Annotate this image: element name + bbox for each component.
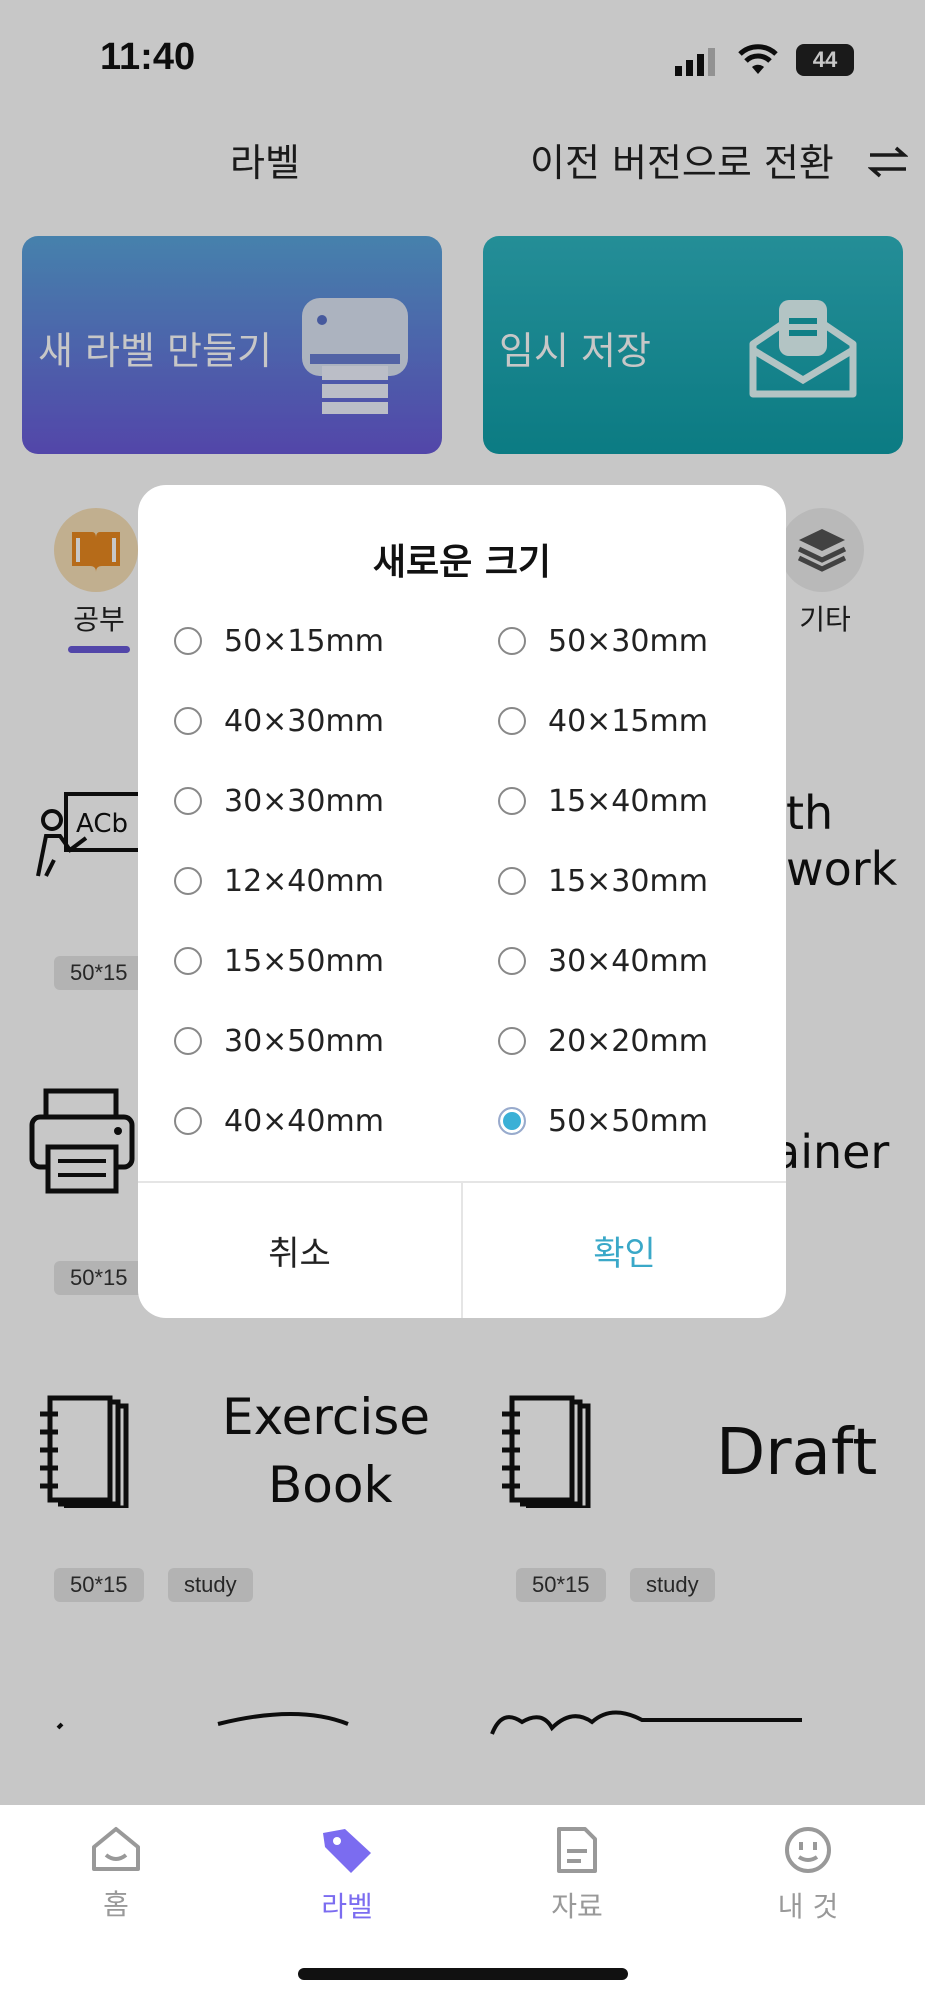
size-dialog: 새로운 크기 50×15mm 50×30mm 40×30mm 40×15mm 3… (138, 485, 786, 1318)
radio-button[interactable] (174, 707, 202, 735)
radio-button[interactable] (174, 1027, 202, 1055)
radio-button[interactable] (498, 627, 526, 655)
confirm-button[interactable]: 확인 (463, 1183, 786, 1318)
size-option[interactable]: 20×20mm (498, 1021, 708, 1061)
size-option[interactable]: 40×40mm (174, 1101, 384, 1141)
nav-label-label: 라벨 (321, 1890, 373, 1923)
dialog-title: 새로운 크기 (372, 542, 552, 583)
cancel-button[interactable]: 취소 (138, 1183, 461, 1318)
size-option[interactable]: 50×15mm (174, 621, 384, 661)
radio-button[interactable] (174, 867, 202, 895)
size-option[interactable]: 50×30mm (498, 621, 708, 661)
radio-button[interactable] (174, 627, 202, 655)
size-option[interactable]: 15×30mm (498, 861, 708, 901)
radio-button[interactable] (498, 787, 526, 815)
size-option[interactable]: 40×30mm (174, 701, 384, 741)
nav-home-label: 홈 (103, 1888, 129, 1921)
nav-mine[interactable]: 내 것 (738, 1825, 878, 1925)
radio-button[interactable] (174, 787, 202, 815)
size-option[interactable]: 30×30mm (174, 781, 384, 821)
nav-label[interactable]: 라벨 (277, 1825, 417, 1925)
size-option[interactable]: 30×50mm (174, 1021, 384, 1061)
size-option[interactable]: 12×40mm (174, 861, 384, 901)
nav-data[interactable]: 자료 (507, 1825, 647, 1925)
home-indicator (298, 1968, 628, 1980)
home-icon (92, 1827, 140, 1871)
size-option[interactable]: 40×15mm (498, 701, 708, 741)
size-option-selected[interactable]: 50×50mm (498, 1101, 708, 1141)
smiley-icon (785, 1827, 831, 1873)
nav-mine-label: 내 것 (777, 1890, 839, 1923)
nav-home[interactable]: 홈 (46, 1825, 186, 1923)
radio-button[interactable] (498, 867, 526, 895)
document-icon (557, 1827, 597, 1873)
size-option[interactable]: 15×40mm (498, 781, 708, 821)
radio-button[interactable] (174, 947, 202, 975)
radio-button[interactable] (174, 1107, 202, 1135)
size-option[interactable]: 30×40mm (498, 941, 708, 981)
tag-icon (323, 1829, 371, 1873)
radio-button-selected[interactable] (498, 1107, 526, 1135)
radio-button[interactable] (498, 947, 526, 975)
radio-button[interactable] (498, 1027, 526, 1055)
size-option[interactable]: 15×50mm (174, 941, 384, 981)
radio-button[interactable] (498, 707, 526, 735)
nav-data-label: 자료 (551, 1890, 603, 1923)
